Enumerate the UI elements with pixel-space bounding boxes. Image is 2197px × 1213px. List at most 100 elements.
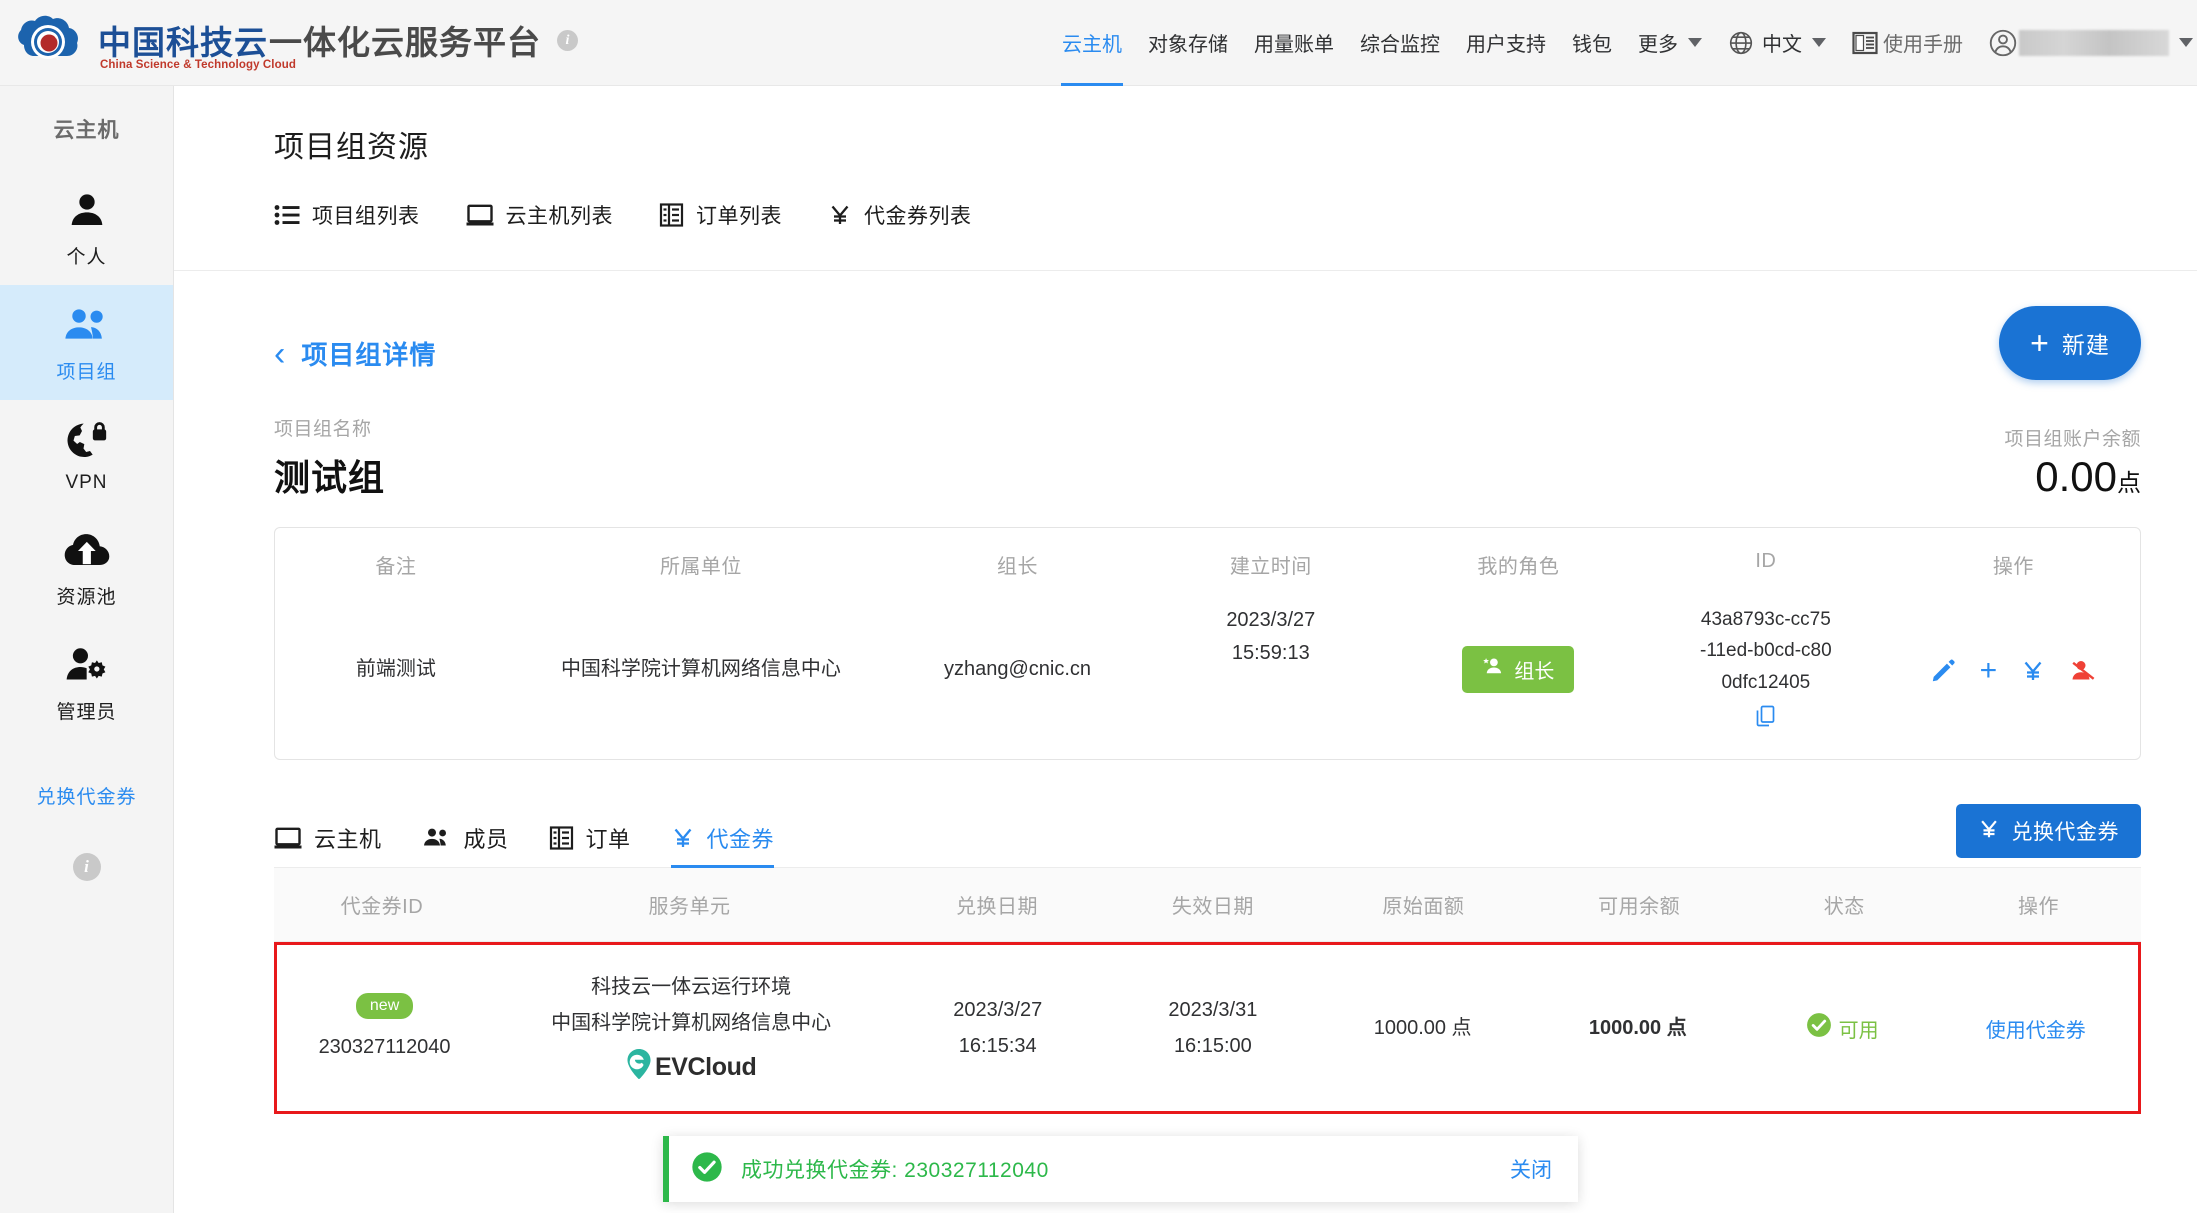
- topnav-label: 综合监控: [1360, 34, 1440, 56]
- group-name-label: 项目组名称: [274, 419, 372, 440]
- subnav-item-host-list[interactable]: 云主机列表: [466, 200, 614, 230]
- toast-close-button[interactable]: 关闭: [1510, 1154, 1552, 1184]
- manual-link[interactable]: 使用手册: [1839, 0, 1976, 86]
- brand-logo-area[interactable]: 中国科技云 China Science & Technology Cloud 一体…: [0, 11, 578, 75]
- user-account-menu[interactable]: [1976, 0, 2197, 86]
- sidebar-info-icon[interactable]: i: [72, 853, 101, 881]
- detail-tabs-row: 云主机 成员 订单 代金券 兑换代金券: [274, 804, 2141, 869]
- new-button-label: 新建: [2061, 332, 2110, 358]
- col-status: 状态: [1823, 896, 1865, 919]
- group-info-headers: 备注 所属单位 组长 建立时间 我的角色 ID 操作: [275, 550, 2140, 605]
- language-switcher[interactable]: 中文: [1715, 0, 1839, 86]
- group-balance-block: 项目组账户余额 0.00点: [2004, 424, 2141, 501]
- header-divider: [174, 270, 2197, 271]
- sidebar-redeem-coupon-link[interactable]: 兑换代金券: [0, 782, 173, 809]
- check-circle-icon: [1806, 1012, 1832, 1044]
- cloud-upload-icon: [64, 528, 110, 572]
- info-header-id: ID: [1755, 550, 1777, 572]
- col-service-unit: 服务单元: [648, 896, 731, 919]
- evcloud-logo: EVCloud: [626, 1049, 757, 1085]
- page-title: 项目组资源: [274, 131, 429, 164]
- brand-title-en: China Science & Technology Cloud: [100, 59, 296, 71]
- info-header-leader: 组长: [997, 556, 1039, 578]
- topnav-item-usage-bill[interactable]: 用量账单: [1241, 0, 1347, 86]
- yen-icon[interactable]: [2021, 659, 2045, 683]
- book-icon: [1852, 31, 1878, 55]
- sidebar-item-vpn[interactable]: VPN: [0, 400, 173, 510]
- use-coupon-link[interactable]: 使用代金券: [1986, 1014, 2086, 1043]
- cell-service-unit: 科技云一体云运行环境 中国科学院计算机网络信息中心 EVCloud: [492, 945, 890, 1111]
- topnav-item-yunzhuji[interactable]: 云主机: [1049, 0, 1135, 86]
- topnav-item-wallet[interactable]: 钱包: [1559, 0, 1625, 86]
- col-available-balance: 可用余额: [1598, 896, 1681, 919]
- tab-members[interactable]: 成员: [422, 822, 509, 868]
- info-value-id: 43a8793c-cc75 -11ed-b0cd-c80 0dfc12405: [1645, 605, 1887, 733]
- copy-icon[interactable]: [1756, 705, 1776, 733]
- topnav-item-object-storage[interactable]: 对象存储: [1135, 0, 1241, 86]
- sidebar-item-resource-pool[interactable]: 资源池: [0, 510, 173, 625]
- col-actions: 操作: [2017, 896, 2059, 919]
- subnav-item-coupon-list[interactable]: 代金券列表: [828, 200, 972, 230]
- list-icon: [274, 204, 300, 226]
- brand-title-cn: 中国科技云 China Science & Technology Cloud: [98, 23, 296, 71]
- user-remove-icon[interactable]: [2069, 658, 2097, 684]
- role-badge-label: 组长: [1514, 660, 1555, 683]
- header-info-icon[interactable]: i: [557, 30, 578, 51]
- balance-value: 0.00: [2035, 453, 2117, 500]
- tab-label: 订单: [585, 827, 631, 853]
- topnav-label: 对象存储: [1148, 34, 1228, 56]
- subnav-item-group-list[interactable]: 项目组列表: [274, 200, 420, 230]
- info-header-role: 我的角色: [1477, 556, 1560, 578]
- expire-time: 16:15:00: [1173, 1035, 1252, 1058]
- subnav-label: 代金券列表: [864, 205, 972, 228]
- toast-notification: 成功兑换代金券: 230327112040 关闭: [663, 1136, 1578, 1202]
- topnav-label: 用户支持: [1466, 34, 1546, 56]
- table-icon: [549, 826, 574, 850]
- redeem-time: 16:15:34: [958, 1035, 1037, 1058]
- sidebar-item-project-group[interactable]: 项目组: [0, 285, 173, 400]
- topnav-label: 更多: [1638, 34, 1678, 56]
- cell-status: 可用: [1751, 945, 1934, 1111]
- group-info-values: 前端测试 中国科学院计算机网络信息中心 yzhang@cnic.cn 2023/…: [275, 605, 2140, 733]
- subnav-item-order-list[interactable]: 订单列表: [659, 200, 782, 230]
- username-redacted: [2019, 29, 2169, 56]
- topnav-item-more[interactable]: 更多: [1625, 0, 1715, 86]
- sidebar-item-personal[interactable]: 个人: [0, 170, 173, 285]
- redeem-coupon-button[interactable]: 兑换代金券: [1955, 804, 2141, 859]
- sidebar-title: 云主机: [53, 119, 120, 142]
- yen-icon: [828, 203, 852, 227]
- coupon-table: 代金券ID 服务单元 兑换日期 失效日期 原始面额 可用余额 状态 操作 new…: [274, 868, 2141, 1115]
- topnav-item-user-support[interactable]: 用户支持: [1453, 0, 1559, 86]
- subnav-label: 云主机列表: [505, 205, 613, 228]
- coupon-table-header: 代金券ID 服务单元 兑换日期 失效日期 原始面额 可用余额 状态 操作: [274, 868, 2141, 943]
- tab-hosts[interactable]: 云主机: [274, 822, 382, 868]
- topnav-item-monitoring[interactable]: 综合监控: [1347, 0, 1453, 86]
- cell-available-balance: 1000.00 点: [1525, 945, 1751, 1111]
- group-icon: [422, 827, 452, 849]
- chevron-down-icon: [1812, 38, 1826, 47]
- sidebar-item-admin[interactable]: 管理员: [0, 625, 173, 740]
- top-navigation: 云主机 对象存储 用量账单 综合监控 用户支持 钱包 更多 中文 使用手册: [1049, 0, 2197, 86]
- subnav-label: 订单列表: [696, 205, 782, 228]
- chevron-left-icon: ‹: [274, 334, 286, 373]
- group-name-row: 项目组名称 测试组 项目组账户余额 0.00点: [274, 414, 2141, 501]
- cell-actions: 使用代金券: [1934, 945, 2138, 1111]
- sidebar-item-label: 管理员: [56, 702, 117, 723]
- back-label: 项目组详情: [301, 340, 437, 370]
- tab-coupons[interactable]: 代金券: [670, 822, 775, 869]
- edit-pencil-icon[interactable]: [1930, 658, 1956, 684]
- balance-unit: 点: [2117, 470, 2141, 497]
- evcloud-text: EVCloud: [654, 1052, 757, 1081]
- table-row[interactable]: new 230327112040 科技云一体云运行环境 中国科学院计算机网络信息…: [274, 942, 2141, 1115]
- sub-navigation: 项目组列表 云主机列表 订单列表 代金券列表: [174, 166, 2197, 230]
- sidebar-item-label: VPN: [65, 472, 108, 493]
- tab-orders[interactable]: 订单: [549, 822, 631, 868]
- new-button[interactable]: + 新建: [1999, 306, 2141, 380]
- id-line-3: 0dfc12405: [1721, 671, 1811, 693]
- plus-icon[interactable]: +: [1980, 656, 1998, 686]
- role-badge-icon: [1482, 657, 1504, 681]
- group-name-block: 项目组名称 测试组: [274, 414, 385, 501]
- back-to-group-detail[interactable]: ‹ 项目组详情: [274, 335, 2141, 372]
- plus-icon: +: [2030, 325, 2050, 361]
- top-header: 中国科技云 China Science & Technology Cloud 一体…: [0, 0, 2197, 86]
